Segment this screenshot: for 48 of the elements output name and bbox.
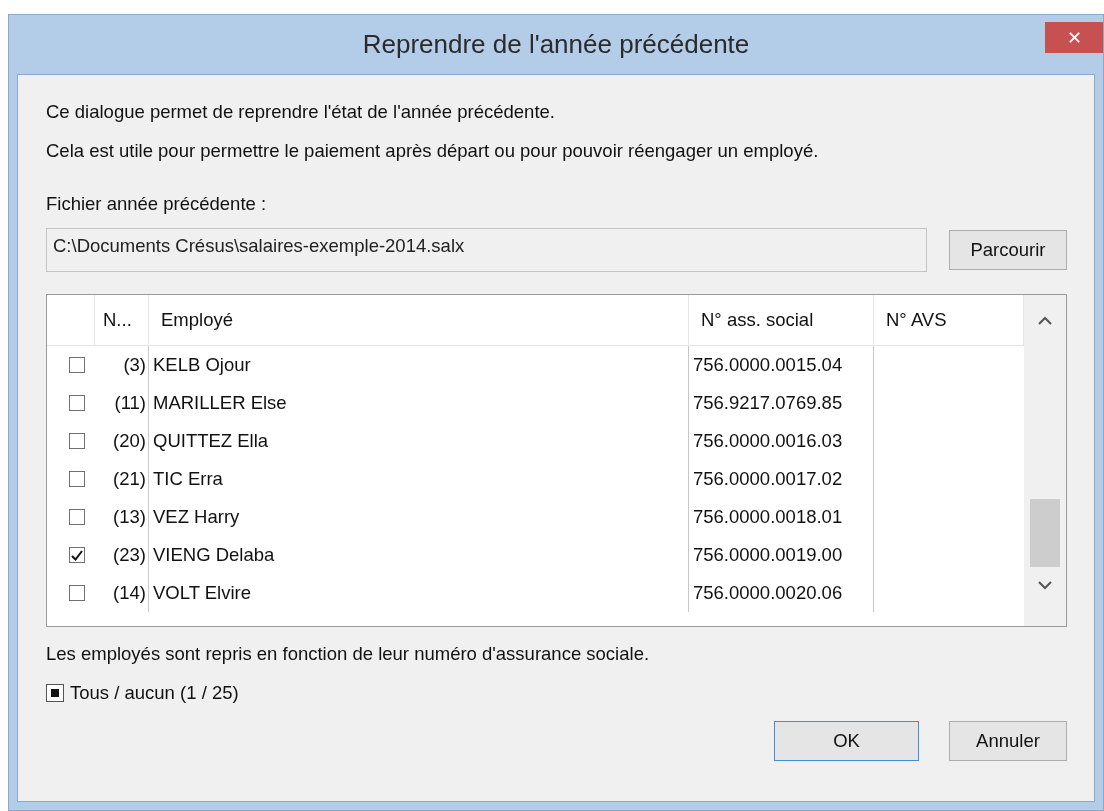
column-header[interactable]: Employé [149, 295, 689, 346]
close-button[interactable]: ✕ [1045, 22, 1103, 53]
table-cell: KELB Ojour [149, 346, 689, 384]
note-text: Les employés sont repris en fonction de leur numéro d'assurance sociale. [46, 643, 651, 666]
table-cell: (23) [95, 536, 149, 574]
intro-text: Ce dialogue permet de reprendre l'état de l'année précédente. [46, 101, 556, 124]
scroll-thumb[interactable] [1030, 499, 1060, 567]
table-cell: 756.0000.0017.02 [689, 460, 874, 498]
table-cell: (14) [95, 574, 149, 612]
column-header[interactable]: N... [95, 295, 149, 346]
column-header[interactable]: N° ass. social [689, 295, 874, 346]
table-cell: MARILLER Else [149, 384, 689, 422]
file-path-field[interactable]: C:\Documents Crésus\salaires-exemple-2014.salx [46, 228, 927, 272]
checkbox[interactable] [69, 471, 85, 487]
window-title: Reprendre de l'année précédente [362, 29, 750, 60]
checkbox[interactable] [69, 585, 85, 601]
table-cell: (13) [95, 498, 149, 536]
table-cell: QUITTEZ Ella [149, 422, 689, 460]
checkbox[interactable] [69, 357, 85, 373]
table-cell: 756.9217.0769.85 [689, 384, 874, 422]
table-cell: VOLT Elvire [149, 574, 689, 612]
table-cell: (21) [95, 460, 149, 498]
dialog-button[interactable]: OK [774, 721, 919, 761]
table-cell: (3) [95, 346, 149, 384]
browse-button[interactable]: Parcourir [949, 230, 1067, 270]
column-header [47, 295, 95, 346]
table-cell: (11) [95, 384, 149, 422]
table-cell: 756.0000.0016.03 [689, 422, 874, 460]
table-cell: 756.0000.0020.06 [689, 574, 874, 612]
scroll-down-icon[interactable] [1038, 581, 1052, 590]
dialog-button[interactable]: Annuler [949, 721, 1067, 761]
checkbox[interactable] [69, 509, 85, 525]
checkbox[interactable] [69, 433, 85, 449]
table-cell: 756.0000.0018.01 [689, 498, 874, 536]
scrollbar[interactable] [1024, 295, 1066, 626]
file-label: Fichier année précédente : [46, 193, 268, 216]
table-cell: 756.0000.0015.04 [689, 346, 874, 384]
table-cell: 756.0000.0019.00 [689, 536, 874, 574]
checkbox[interactable] [69, 395, 85, 411]
select-all-checkbox[interactable] [46, 684, 64, 702]
table-cell: VEZ Harry [149, 498, 689, 536]
table-cell: (20) [95, 422, 149, 460]
table-cell: TIC Erra [149, 460, 689, 498]
checkbox[interactable] [69, 547, 85, 563]
table-cell: VIENG Delaba [149, 536, 689, 574]
intro-text: Cela est utile pour permettre le paiement après départ ou pour pouvoir réengager un employé. [46, 140, 820, 163]
select-all-label[interactable]: Tous / aucun (1 / 25) [70, 682, 239, 704]
scroll-up-icon[interactable] [1038, 316, 1052, 325]
